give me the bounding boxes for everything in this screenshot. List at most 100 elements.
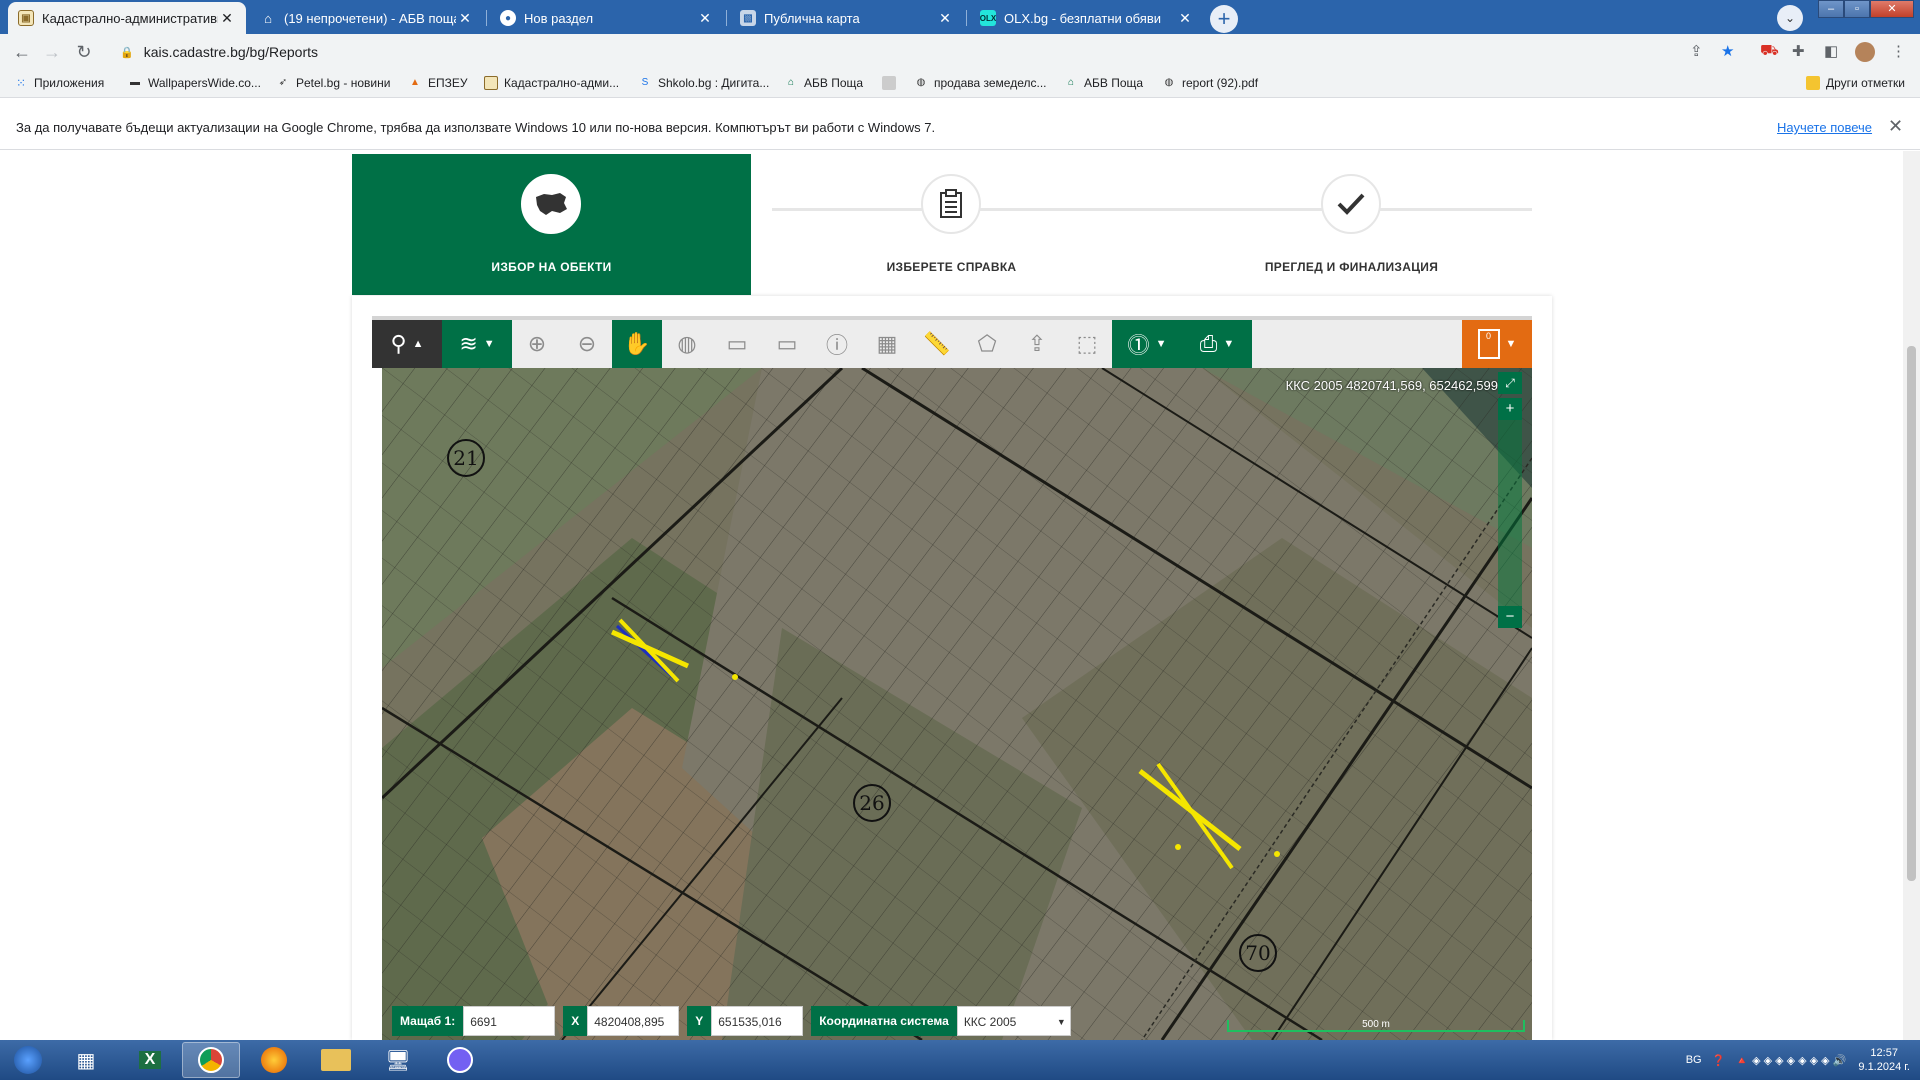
- bookmark-image[interactable]: [882, 76, 902, 90]
- step-choose-report[interactable]: ИЗБЕРЕТЕ СПРАВКА: [752, 154, 1151, 295]
- cadastral-map[interactable]: 21 26 70 ККС 2005 4820741,569, 652462,59…: [382, 368, 1532, 1040]
- globe-icon: ◍: [916, 77, 926, 88]
- expand-icon: ⤢: [1505, 376, 1515, 390]
- start-button[interactable]: [4, 1042, 52, 1078]
- folder-icon: [321, 1049, 351, 1071]
- select-rectangle-button[interactable]: ⬚: [1062, 320, 1112, 368]
- forward-button[interactable]: →: [40, 40, 64, 64]
- scrollbar-thumb[interactable]: [1907, 346, 1916, 881]
- tab-search-button[interactable]: ⌄: [1777, 5, 1803, 31]
- step-label: ИЗБЕРЕТЕ СПРАВКА: [886, 260, 1017, 274]
- close-tab-icon[interactable]: ✕: [936, 10, 954, 27]
- menu-kebab-icon[interactable]: ⋮: [1891, 42, 1906, 60]
- zoom-slider-track[interactable]: [1498, 420, 1522, 606]
- bookmark-petel[interactable]: ➶ Petel.bg - новини: [276, 76, 391, 90]
- info-icon: ⓘ: [825, 333, 848, 358]
- district-label: 26: [859, 791, 884, 815]
- layers-tool-button[interactable]: ≋ ▼: [442, 320, 512, 368]
- close-window-button[interactable]: ✕: [1870, 0, 1914, 18]
- bookmark-prodava[interactable]: ◍ продава земеделс...: [914, 76, 1047, 90]
- crs-select[interactable]: ККС 2005 ▼: [956, 1006, 1071, 1036]
- step-review-finalize[interactable]: ПРЕГЛЕД И ФИНАЛИЗАЦИЯ: [1152, 154, 1551, 295]
- tray-icons[interactable]: 🔺 ◈ ◈ ◈ ◈ ◈ ◈ ◈ 🔊: [1735, 1054, 1846, 1067]
- upload-icon: ⇪: [1027, 331, 1047, 356]
- close-tab-icon[interactable]: ✕: [696, 10, 714, 27]
- selected-objects-button[interactable]: 0 ▼: [1462, 320, 1532, 368]
- tab-abv-mail[interactable]: ⌂ (19 непрочетени) - АБВ поща ✕: [250, 2, 484, 34]
- bookmark-cadastre[interactable]: Кадастрално-адми...: [484, 76, 619, 90]
- tab-olx[interactable]: OLX OLX.bg - безплатни обяви ✕: [970, 2, 1204, 34]
- identify-layers-button[interactable]: ⓵ ▼: [1112, 320, 1182, 368]
- reload-button[interactable]: ↻: [72, 40, 96, 64]
- back-button[interactable]: ←: [10, 40, 34, 64]
- scale-input[interactable]: 6691: [463, 1006, 556, 1036]
- zoom-slider[interactable]: + −: [1498, 398, 1522, 628]
- tab-new[interactable]: ● Нов раздел ✕: [490, 2, 724, 34]
- close-tab-icon[interactable]: ✕: [218, 10, 236, 27]
- extension-cart-icon[interactable]: ⛟: [1760, 42, 1779, 61]
- language-indicator[interactable]: BG: [1686, 1054, 1702, 1066]
- zoom-in-button[interactable]: +: [1498, 398, 1522, 420]
- pan-tool-button[interactable]: ✋: [612, 320, 662, 368]
- measure-area-button[interactable]: ⬠: [962, 320, 1012, 368]
- step-label: ПРЕГЛЕД И ФИНАЛИЗАЦИЯ: [1264, 260, 1439, 274]
- minimize-button[interactable]: –: [1818, 0, 1844, 18]
- next-extent-button[interactable]: ▭: [712, 320, 762, 368]
- page-scrollbar[interactable]: [1903, 151, 1920, 1040]
- wallpaper-icon: ▬: [130, 77, 140, 88]
- taskbar-explorer[interactable]: [312, 1042, 360, 1078]
- search-tool-button[interactable]: ⚲ ▲: [372, 320, 442, 368]
- close-tab-icon[interactable]: ✕: [1176, 10, 1194, 27]
- bookmark-report[interactable]: ◍ report (92).pdf: [1162, 76, 1258, 90]
- spreadsheet-app-icon: ▦: [76, 1049, 96, 1072]
- taskbar-viber[interactable]: [436, 1042, 484, 1078]
- taskbar-firefox[interactable]: [250, 1042, 298, 1078]
- fullscreen-button[interactable]: ⤢: [1498, 372, 1522, 394]
- previous-extent-button[interactable]: ▭: [762, 320, 812, 368]
- chrome-icon: ●: [500, 10, 516, 26]
- close-icon[interactable]: ✕: [1888, 116, 1903, 137]
- info-tool-button[interactable]: ⓘ: [812, 320, 862, 368]
- help-icon[interactable]: ❓: [1712, 1054, 1726, 1067]
- table-select-button[interactable]: ▦: [862, 320, 912, 368]
- close-tab-icon[interactable]: ✕: [456, 10, 474, 27]
- full-extent-button[interactable]: ◍: [662, 320, 712, 368]
- taskbar-app[interactable]: ▦: [62, 1042, 110, 1078]
- measure-distance-button[interactable]: 📏: [912, 320, 962, 368]
- address-bar[interactable]: 🔒 kais.cadastre.bg/bg/Reports: [110, 38, 1750, 66]
- other-bookmarks[interactable]: Други отметки: [1806, 76, 1905, 90]
- firefox-icon: [261, 1047, 287, 1073]
- bookmark-abv-2[interactable]: ⌂ АБВ Поща: [1064, 76, 1143, 90]
- bookmark-shkolo[interactable]: S Shkolo.bg : Дигита...: [638, 76, 770, 90]
- extensions-puzzle-icon[interactable]: ✚: [1792, 42, 1805, 60]
- bookmark-apps[interactable]: ⁙ Приложения: [14, 76, 104, 90]
- learn-more-link[interactable]: Научете повече: [1777, 120, 1872, 135]
- ruler-icon: 📏: [923, 331, 951, 356]
- zoom-out-tool-button[interactable]: ⊖: [562, 320, 612, 368]
- x-coordinate-input[interactable]: 4820408,895: [587, 1006, 680, 1036]
- zoom-out-button[interactable]: −: [1498, 606, 1522, 628]
- chevron-down-icon: ▼: [1223, 338, 1235, 350]
- bookmark-star-icon[interactable]: ★: [1721, 42, 1734, 60]
- bookmark-epzeu[interactable]: ▲ ЕПЗЕУ: [408, 76, 467, 90]
- y-coordinate-input[interactable]: 651535,016: [711, 1006, 804, 1036]
- zoom-in-tool-button[interactable]: ⊕: [512, 320, 562, 368]
- new-tab-button[interactable]: +: [1210, 5, 1238, 33]
- maximize-button[interactable]: ▫: [1844, 0, 1870, 18]
- map-canvas: 21 26 70: [382, 368, 1532, 1040]
- taskbar-excel[interactable]: X: [126, 1042, 174, 1078]
- tab-cadastre[interactable]: ▣ Кадастрално-административна ✕: [8, 2, 246, 34]
- bookmark-abv-1[interactable]: ⌂ АБВ Поща: [784, 76, 863, 90]
- share-icon[interactable]: ⇪: [1690, 42, 1703, 60]
- step-select-objects[interactable]: ИЗБОР НА ОБЕКТИ: [352, 154, 751, 295]
- print-button[interactable]: ⎙ ▼: [1182, 320, 1252, 368]
- side-panel-icon[interactable]: ◧: [1824, 42, 1838, 60]
- upload-button[interactable]: ⇪: [1012, 320, 1062, 368]
- clock[interactable]: 12:57 9.1.2024 г.: [1858, 1046, 1910, 1074]
- avatar[interactable]: [1855, 42, 1875, 62]
- taskbar-remote-app[interactable]: 🖥: [374, 1042, 422, 1078]
- taskbar-chrome[interactable]: [182, 1042, 240, 1078]
- bookmark-wallpaperswide[interactable]: ▬ WallpapersWide.co...: [128, 76, 261, 90]
- tab-public-map[interactable]: ▧ Публична карта ✕: [730, 2, 964, 34]
- tab-separator: [966, 10, 967, 26]
